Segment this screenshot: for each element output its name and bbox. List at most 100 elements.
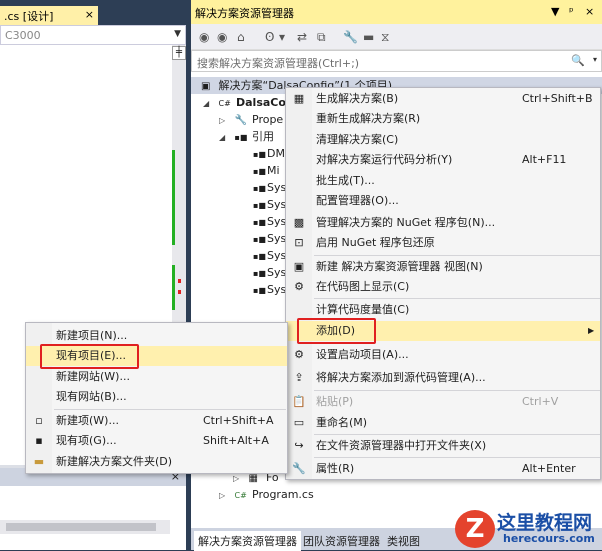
callout-box-existing-project <box>40 344 139 369</box>
watermark-z-icon: Z <box>455 510 495 548</box>
menu-item-shortcut: Ctrl+Shift+A <box>203 414 274 427</box>
reference-icon: ▪■ <box>253 235 266 244</box>
open-folder-icon: ↪ <box>294 439 304 452</box>
menu-item-config-manager[interactable]: 配置管理器(O)... <box>286 191 600 211</box>
tree-node-reference[interactable]: ▪■Mi <box>253 162 280 179</box>
menu-item-set-startup[interactable]: ⚙ 设置启动项目(A)... <box>286 345 600 365</box>
menu-item-label: 计算代码度量值(C) <box>316 303 410 316</box>
expanded-icon[interactable]: ◢ <box>219 129 231 146</box>
menu-item-label: 属性(R) <box>316 462 355 475</box>
menu-item-existing-item[interactable]: ▪ 现有项(G)... Shift+Alt+A <box>26 431 287 451</box>
menu-item-label: 在文件资源管理器中打开文件夹(X) <box>316 439 487 452</box>
menu-item-new-solution-folder[interactable]: ▬ 新建解决方案文件夹(D) <box>26 452 287 472</box>
home-icon[interactable]: ⌂ <box>237 30 245 44</box>
tree-node-project[interactable]: ◢ C# DalsaCo <box>203 94 286 111</box>
tree-node-program[interactable]: ▷ C# Program.cs <box>219 486 314 503</box>
expanded-icon[interactable]: ◢ <box>203 95 215 112</box>
error-marker <box>178 290 181 294</box>
document-tab[interactable]: .cs [设计] × <box>0 6 98 25</box>
menu-item-paste[interactable]: 📋 粘贴(P) Ctrl+V <box>286 392 600 412</box>
menu-item-new-website[interactable]: 新建网站(W)... <box>26 367 287 387</box>
menu-item-existing-website[interactable]: 现有网站(B)... <box>26 387 287 407</box>
chevron-down-icon[interactable]: ▾ <box>593 55 597 64</box>
callout-box-add <box>297 318 376 344</box>
tree-node-reference[interactable]: ▪■Sys <box>253 264 286 281</box>
tree-node-reference[interactable]: ▪■Sys <box>253 196 286 213</box>
tree-node-references[interactable]: ◢ ▪■ 引用 <box>219 128 274 145</box>
close-icon[interactable]: × <box>585 5 594 18</box>
document-tab-label: .cs [设计] <box>4 10 54 23</box>
menu-item-open-in-explorer[interactable]: ↪ 在文件资源管理器中打开文件夹(X) <box>286 436 600 456</box>
menu-separator <box>314 390 600 391</box>
menu-item-manage-nuget[interactable]: ▩ 管理解决方案的 NuGet 程序包(N)... <box>286 213 600 233</box>
tab-solution-explorer[interactable]: 解决方案资源管理器 <box>194 531 301 551</box>
chevron-down-icon[interactable]: ▼ <box>174 29 181 39</box>
menu-item-label: 重新生成解决方案(R) <box>316 112 421 125</box>
tree-node-label: Program.cs <box>252 488 314 501</box>
tree-node-reference[interactable]: ▪■Sys <box>253 247 286 264</box>
menu-item-code-analysis[interactable]: 对解决方案运行代码分析(Y) Alt+F11 <box>286 150 600 170</box>
watermark-logo: Z 这里教程网 herecours.com <box>455 508 602 550</box>
preview-icon[interactable]: ▬ <box>363 30 374 44</box>
menu-item-shortcut: Alt+Enter <box>522 462 576 475</box>
pending-changes-icon[interactable]: ʘ <box>265 30 274 44</box>
menu-item-rename[interactable]: ▭ 重命名(M) <box>286 413 600 433</box>
new-view-icon: ▣ <box>293 260 305 273</box>
object-combo[interactable]: C3000 ▼ <box>0 25 186 45</box>
split-icon[interactable]: ╪ <box>172 46 186 60</box>
back-icon[interactable]: ◉ <box>199 30 209 44</box>
scrollbar-thumb[interactable] <box>6 523 156 531</box>
menu-item-clean-solution[interactable]: 清理解决方案(C) <box>286 130 600 150</box>
menu-item-label: 粘贴(P) <box>316 395 354 408</box>
tree-node-reference[interactable]: ▪■DM <box>253 145 285 162</box>
tree-node-reference[interactable]: ▪■Sys <box>253 213 286 230</box>
forward-icon[interactable]: ◉ <box>217 30 227 44</box>
horizontal-scrollbar[interactable] <box>0 520 170 534</box>
menu-item-label: 设置启动项目(A)... <box>316 348 409 361</box>
menu-item-batch-build[interactable]: 批生成(T)... <box>286 171 600 191</box>
solution-icon: ▣ <box>201 81 211 92</box>
menu-item-label: 在代码图上显示(C) <box>316 280 410 293</box>
chevron-down-icon[interactable]: ▾ <box>279 30 285 44</box>
menu-item-label: 现有网站(B)... <box>56 390 127 403</box>
tree-node-properties[interactable]: ▷ 🔧 Prope <box>219 111 283 128</box>
pin-icon[interactable]: ᵖ <box>569 5 574 18</box>
sync-icon[interactable]: ⇄ <box>297 30 307 44</box>
search-placeholder: 搜索解决方案资源管理器(Ctrl+;) <box>197 57 360 70</box>
menu-item-label: 批生成(T)... <box>316 174 375 187</box>
menu-item-properties[interactable]: 🔧 属性(R) Alt+Enter <box>286 459 600 479</box>
collapse-all-icon[interactable]: ⧉ <box>317 30 326 45</box>
collapsed-icon[interactable]: ▷ <box>219 487 231 504</box>
menu-item-nuget-restore[interactable]: ⊡ 启用 NuGet 程序包还原 <box>286 233 600 253</box>
tree-node-reference[interactable]: ▪■Sys <box>253 281 286 298</box>
menu-item-add-source-control[interactable]: ⇪ 将解决方案添加到源代码管理(A)... <box>286 368 600 388</box>
csharp-project-icon: C# <box>218 99 231 108</box>
reference-icon: ▪■ <box>253 150 266 159</box>
tree-node-reference[interactable]: ▪■Sys <box>253 179 286 196</box>
source-control-icon: ⇪ <box>294 371 304 384</box>
tree-node-label: DM <box>267 147 285 160</box>
rename-icon: ▭ <box>293 416 305 429</box>
collapsed-icon[interactable]: ▷ <box>219 112 231 129</box>
tab-team-explorer[interactable]: 团队资源管理器 <box>299 531 384 551</box>
menu-item-rebuild-solution[interactable]: 重新生成解决方案(R) <box>286 109 600 129</box>
menu-item-new-item[interactable]: ▫ 新建项(W)... Ctrl+Shift+A <box>26 411 287 431</box>
menu-separator <box>314 298 600 299</box>
properties-icon[interactable]: 🔧 <box>343 30 358 44</box>
solution-explorer-toolbar: ◉ ◉ ⌂ ʘ ▾ ⇄ ⧉ 🔧 ▬ ⧖ <box>191 24 602 50</box>
menu-item-code-metrics[interactable]: 计算代码度量值(C) <box>286 300 600 320</box>
dropdown-icon[interactable]: ▼ <box>551 5 559 18</box>
close-icon[interactable]: × <box>85 8 94 21</box>
solution-search-input[interactable]: 搜索解决方案资源管理器(Ctrl+;) 🔍 ▾ <box>191 50 602 72</box>
class-diagram-icon[interactable]: ⧖ <box>381 30 389 45</box>
tree-node-reference[interactable]: ▪■Sys <box>253 230 286 247</box>
menu-item-build-solution[interactable]: ▦ 生成解决方案(B) Ctrl+Shift+B <box>286 89 600 109</box>
menu-item-new-project[interactable]: 新建项目(N)... <box>26 326 287 346</box>
tab-class-view[interactable]: 类视图 <box>383 531 424 551</box>
tree-node-label: DalsaCo <box>236 96 286 109</box>
menu-item-new-view[interactable]: ▣ 新建 解决方案资源管理器 视图(N) <box>286 257 600 277</box>
menu-item-label: 启用 NuGet 程序包还原 <box>316 236 435 249</box>
search-icon[interactable]: 🔍 <box>571 54 585 67</box>
tree-node-label: Sys <box>267 249 287 262</box>
menu-item-show-on-code-map[interactable]: ⚙ 在代码图上显示(C) <box>286 277 600 297</box>
